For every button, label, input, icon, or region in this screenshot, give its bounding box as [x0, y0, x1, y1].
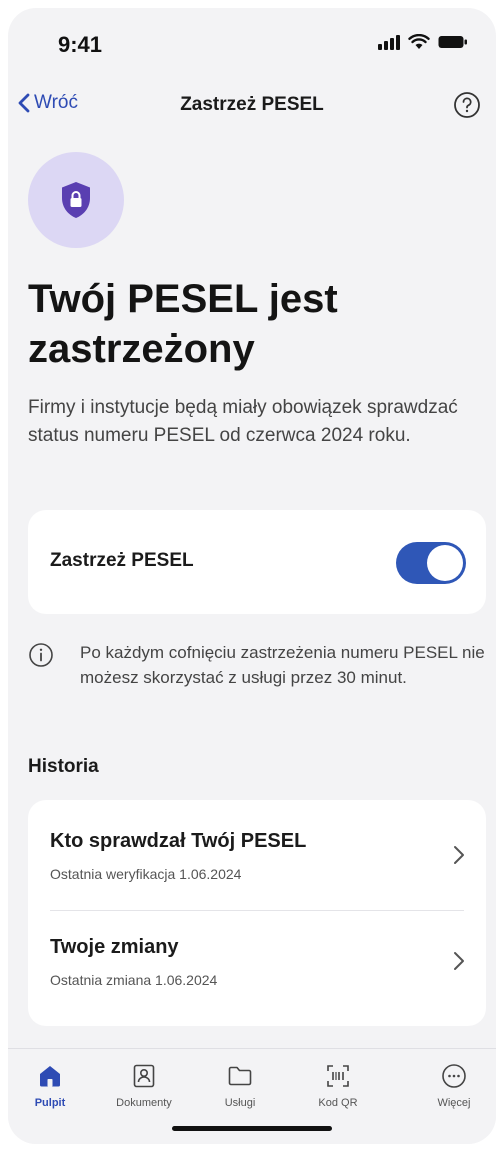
status-bar: 9:41: [8, 8, 496, 88]
history-item-title: Twoje zmiany: [50, 936, 179, 958]
wifi-icon: [408, 34, 430, 49]
history-item-your-changes[interactable]: Twoje zmiany Ostatnia zmiana 1.06.2024: [28, 912, 486, 1022]
history-item-title: Kto sprawdzał Twój PESEL: [50, 830, 307, 852]
toggle-knob: [427, 545, 463, 581]
pesel-lock-card: Zastrzeż PESEL: [28, 510, 486, 614]
status-time: 9:41: [58, 32, 103, 57]
tab-uslugi[interactable]: Usługi: [192, 1063, 288, 1109]
tab-kod-qr[interactable]: Kod QR: [290, 1063, 386, 1109]
tab-wiecej[interactable]: Więcej: [406, 1063, 496, 1109]
tab-pulpit[interactable]: Pulpit: [8, 1063, 98, 1109]
navigation-bar: Wróć Zastrzeż PESEL: [8, 86, 496, 130]
tab-label: Pulpit: [34, 1097, 66, 1109]
battery-icon: [438, 36, 467, 48]
tab-label: Usługi: [224, 1097, 256, 1109]
qr-code-icon: [327, 1065, 349, 1087]
page-title: Zastrzeż PESEL: [180, 94, 324, 115]
history-section-title: Historia: [28, 756, 99, 777]
home-icon: [40, 1066, 60, 1087]
info-icon: [29, 643, 53, 667]
more-icon: [442, 1064, 466, 1088]
toggle-label: Zastrzeż PESEL: [50, 550, 194, 571]
home-indicator: [172, 1126, 332, 1131]
folder-icon: [228, 1066, 252, 1086]
history-item-subtitle: Ostatnia weryfikacja 1.06.2024: [50, 866, 242, 882]
tab-dokumenty[interactable]: Dokumenty: [96, 1063, 192, 1109]
shield-lock-icon: [62, 182, 90, 218]
history-item-subtitle: Ostatnia zmiana 1.06.2024: [50, 972, 218, 988]
history-card: Kto sprawdzał Twój PESEL Ostatnia weryfi…: [28, 800, 486, 1026]
help-icon[interactable]: [452, 90, 482, 120]
headline-description: Firmy i instytucje będą miały obowiązek …: [28, 397, 458, 446]
shield-badge: [28, 152, 124, 248]
tab-label: Dokumenty: [116, 1097, 172, 1109]
phone-screen: 9:41 Wróć Zastrzeż PESEL Twój PESEL jest…: [8, 8, 496, 1144]
id-card-icon: [133, 1064, 155, 1088]
chevron-right-icon: [454, 846, 464, 864]
pesel-lock-toggle[interactable]: [396, 542, 466, 584]
signal-icon: [378, 34, 400, 50]
divider: [50, 910, 464, 911]
history-item-who-checked[interactable]: Kto sprawdzał Twój PESEL Ostatnia weryfi…: [28, 800, 486, 911]
tab-label: Kod QR: [318, 1097, 358, 1109]
chevron-right-icon: [454, 952, 464, 970]
info-text: Po każdym cofnięciu zastrzeżenia numeru …: [80, 643, 485, 687]
tab-label: Więcej: [437, 1097, 471, 1109]
headline: Twój PESEL jest zastrzeżony: [28, 277, 338, 371]
status-icons: [378, 34, 468, 50]
